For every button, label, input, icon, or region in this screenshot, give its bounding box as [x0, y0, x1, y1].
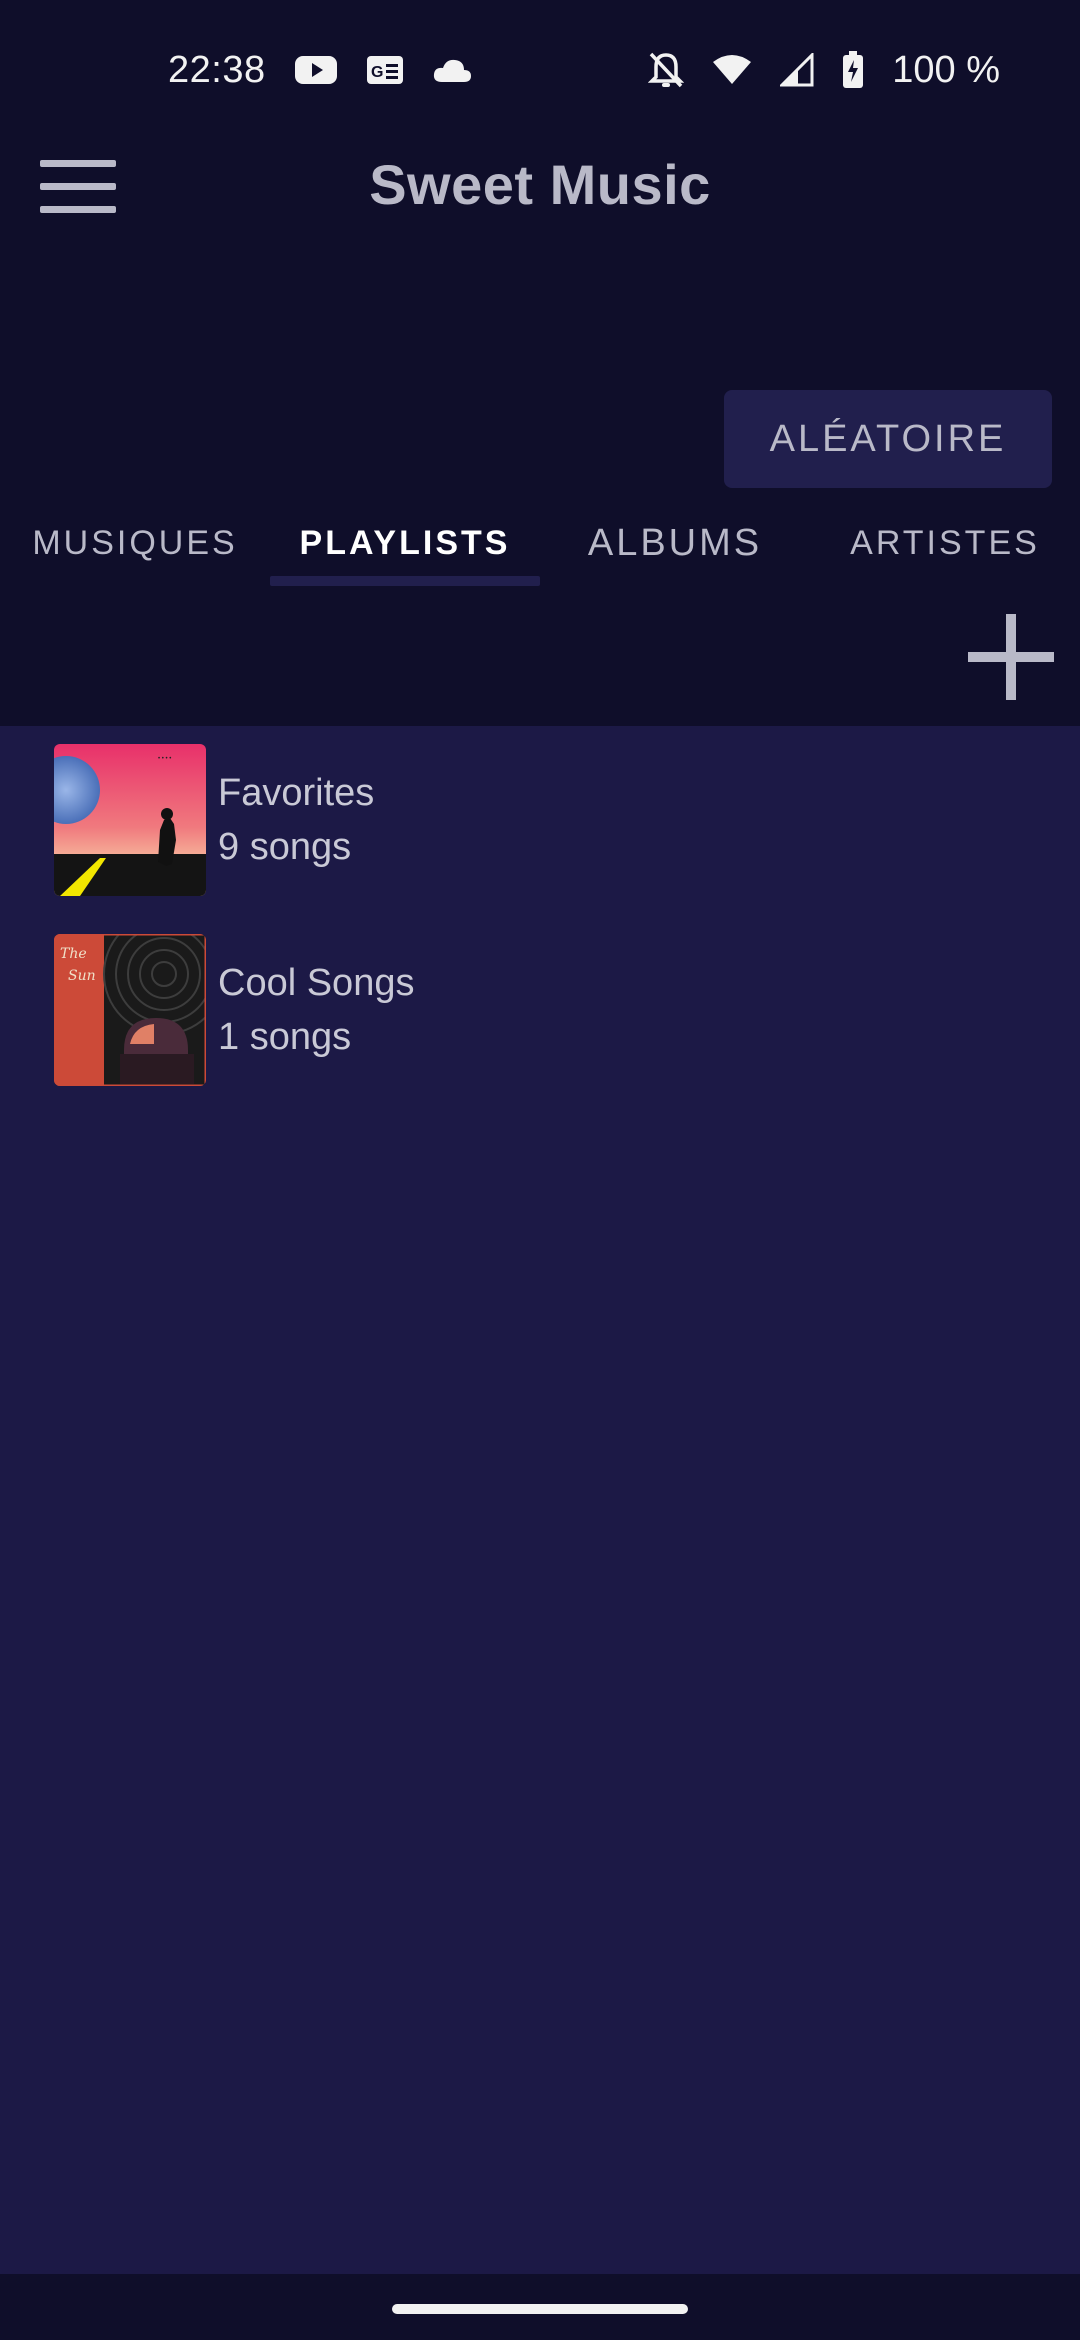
- battery-charging-icon: [842, 51, 864, 89]
- playlist-song-count: 9 songs: [218, 826, 352, 868]
- playlist-list: • • • • Favorites 9 songs The Sun Cool S…: [0, 726, 1080, 2274]
- tab-artistes[interactable]: ARTISTES: [830, 524, 1060, 584]
- home-gesture-handle[interactable]: [392, 2304, 688, 2314]
- svg-text:Sun: Sun: [68, 968, 96, 984]
- status-left: 22:38 G: [168, 49, 472, 92]
- tab-musiques[interactable]: MUSIQUES: [20, 524, 250, 584]
- tab-indicator: [270, 576, 540, 586]
- playlist-item-favorites[interactable]: • • • • Favorites 9 songs: [0, 744, 1080, 924]
- cloud-icon: [432, 56, 472, 84]
- playlist-name: Cool Songs: [218, 962, 415, 1004]
- shuffle-button[interactable]: ALÉATOIRE: [724, 390, 1052, 488]
- plus-icon[interactable]: [968, 614, 1054, 700]
- status-time: 22:38: [168, 48, 266, 91]
- svg-text:G: G: [371, 64, 383, 81]
- signal-icon: [780, 53, 814, 87]
- svg-text:• • • •: • • • •: [158, 756, 171, 762]
- app-bar: Sweet Music: [0, 140, 1080, 235]
- screen: 22:38 G 100 % Sweet Music ALÉATOIRE MUSI…: [0, 0, 1080, 2340]
- playlist-name: Favorites: [218, 772, 375, 814]
- svg-text:The: The: [60, 946, 87, 962]
- wifi-icon: [712, 54, 752, 86]
- battery-percent: 100 %: [892, 48, 1000, 91]
- playlist-item-cool-songs[interactable]: The Sun Cool Songs 1 songs: [0, 934, 1080, 1114]
- tab-albums[interactable]: ALBUMS: [560, 522, 790, 582]
- navigation-bar: [0, 2274, 1080, 2340]
- bell-off-icon: [648, 51, 685, 89]
- playlist-song-count: 1 songs: [218, 1016, 352, 1058]
- news-icon: G: [366, 54, 404, 86]
- tab-bar: MUSIQUES PLAYLISTS ALBUMS ARTISTES: [0, 510, 1080, 590]
- app-title: Sweet Music: [369, 153, 711, 216]
- playlist-cover-image: The Sun: [54, 934, 206, 1086]
- status-right: 100 %: [648, 49, 1000, 92]
- youtube-icon: [294, 54, 338, 86]
- playlist-cover-image: • • • •: [54, 744, 206, 896]
- tab-playlists[interactable]: PLAYLISTS: [270, 524, 540, 584]
- status-bar: 22:38 G 100 %: [0, 0, 1080, 140]
